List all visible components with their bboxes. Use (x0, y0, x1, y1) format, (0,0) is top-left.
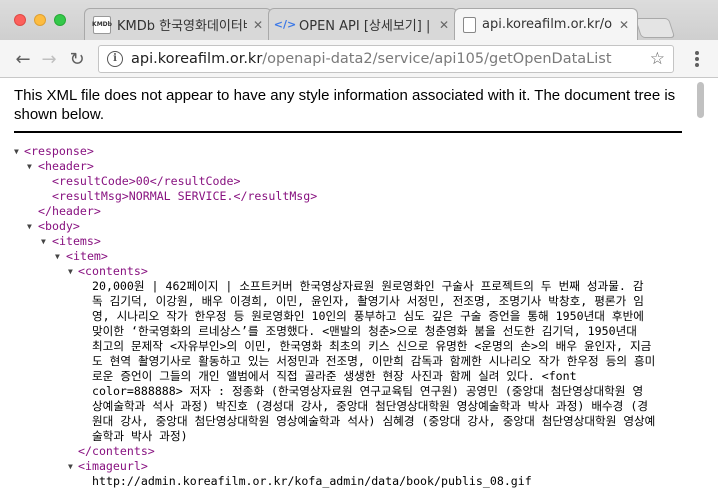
tab-title: api.koreafilm.or.kr/oper (482, 17, 613, 32)
reload-icon[interactable]: ↻ (66, 48, 88, 70)
xml-tag-contents-close: </contents> (78, 444, 155, 458)
imageurl-text: http://admin.koreafilm.or.kr/kofa_admin/… (92, 474, 532, 488)
collapse-triangle-icon[interactable]: ▼ (27, 162, 32, 171)
menu-dots-icon[interactable] (688, 50, 706, 68)
back-arrow-icon[interactable]: ← (12, 48, 34, 70)
page-icon (463, 16, 476, 33)
xml-result-msg: <resultMsg>NORMAL SERVICE.</resultMsg> (52, 189, 318, 203)
minimize-window-button[interactable] (34, 14, 46, 26)
xml-tag-item: <item> (66, 249, 108, 263)
tab-title: OPEN API [상세보기] | 게 (299, 19, 433, 34)
xml-tag-response: <response> (24, 144, 94, 158)
contents-text-line: 상예술학과 석사 과정) 박진호 (경성대 강사, 중앙대 첨단영상대학원 영상… (92, 399, 648, 413)
tab-api-koreafilm[interactable]: api.koreafilm.or.kr/oper ✕ (454, 8, 638, 40)
browser-titlebar: KMDb KMDb 한국영화데이터베이 ✕ </> OPEN API [상세보기… (0, 0, 718, 40)
address-bar[interactable]: i api.koreafilm.or.kr/openapi-data2/serv… (98, 45, 674, 73)
background-window-edge (706, 78, 718, 501)
code-icon: </> (273, 18, 297, 31)
contents-text-line: 20,000원 | 462페이지 | 소프트커버 한국영상자료원 원로영화인 구… (92, 279, 644, 293)
contents-text-line: color=888888> 저자 : 정종화 (한국영상자료원 연구교육팀 연구… (92, 384, 644, 398)
collapse-triangle-icon[interactable]: ▼ (41, 237, 46, 246)
contents-text-line: 원대 강사, 중앙대 첨단영상대학원 영상예술학과 석사) 심혜경 (중앙대 강… (92, 414, 656, 428)
forward-arrow-icon[interactable]: → (38, 48, 60, 70)
collapse-triangle-icon[interactable]: ▼ (14, 147, 19, 156)
contents-text-line: 도 현역 촬영기사로 활동하고 있는 서정민과 전조명, 이만희 감독과 함께한… (92, 354, 656, 368)
tab-close-icon[interactable]: ✕ (439, 18, 449, 32)
tab-close-icon[interactable]: ✕ (619, 18, 629, 32)
xml-style-notice: This XML file does not appear to have an… (14, 87, 676, 123)
xml-result-code: <resultCode>00</resultCode> (52, 174, 241, 188)
new-tab-button[interactable] (634, 18, 676, 38)
contents-text-line: 최고의 문제작 <자유부인>의 이민, 한국영화 최초의 키스 신으로 유명한 … (92, 339, 652, 353)
xml-tag-imageurl: <imageurl> (78, 459, 148, 473)
xml-tag-header: <header> (38, 159, 94, 173)
tab-title: KMDb 한국영화데이터베이 (117, 19, 247, 34)
contents-text-line: 독 김기덕, 이강원, 배우 이경희, 이민, 윤인자, 촬영기사 서정민, 전… (92, 294, 644, 308)
contents-text-line: 술학과 박사 과정) (92, 429, 188, 443)
notice-divider (14, 131, 682, 133)
tab-kmdb[interactable]: KMDb KMDb 한국영화데이터베이 ✕ (84, 8, 272, 40)
collapse-triangle-icon[interactable]: ▼ (68, 462, 73, 471)
xml-tag-items: <items> (52, 234, 101, 248)
contents-text-line: 영, 시나리오 작가 한우정 등 원로영화인 10인의 풍부하고 심도 깊은 구… (92, 309, 644, 323)
url-host: api.koreafilm.or.kr (131, 51, 263, 67)
page-content: This XML file does not appear to have an… (0, 78, 718, 501)
tab-close-icon[interactable]: ✕ (253, 18, 263, 32)
tab-open-api[interactable]: </> OPEN API [상세보기] | 게 ✕ (268, 8, 458, 40)
xml-tag-contents: <contents> (78, 264, 148, 278)
contents-text-line: 맞이한 ‘한국영화의 르네상스’를 조명했다. <맨발의 청춘>으로 청춘영화 … (92, 324, 637, 338)
xml-tag-body: <body> (38, 219, 80, 233)
collapse-triangle-icon[interactable]: ▼ (27, 222, 32, 231)
url-path: /openapi-data2/service/api105/getOpenDat… (262, 51, 612, 67)
info-icon[interactable]: i (107, 51, 123, 67)
close-window-button[interactable] (14, 14, 26, 26)
maximize-window-button[interactable] (54, 14, 66, 26)
collapse-triangle-icon[interactable]: ▼ (55, 252, 60, 261)
browser-toolbar: ← → ↻ i api.koreafilm.or.kr/openapi-data… (0, 40, 718, 78)
collapse-triangle-icon[interactable]: ▼ (68, 267, 73, 276)
bookmark-star-icon[interactable]: ☆ (650, 49, 665, 69)
scrollbar-track[interactable] (694, 78, 706, 501)
kmdb-logo-icon: KMDb (92, 15, 112, 34)
xml-tag-header-close: </header> (38, 204, 101, 218)
contents-text-line: 로운 증언이 그들의 개인 앨범에서 직접 골라준 생생한 현장 사진과 함께 … (92, 369, 577, 383)
scrollbar-thumb[interactable] (697, 82, 704, 118)
